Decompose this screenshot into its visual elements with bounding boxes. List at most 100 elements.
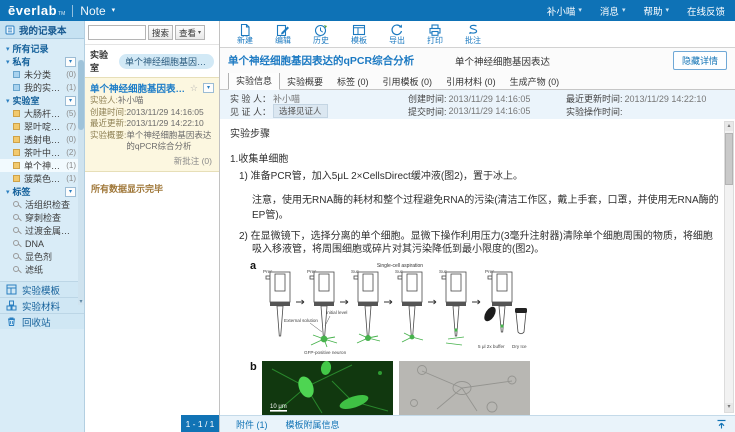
witness-label: 见 证 人： [230,105,271,118]
search-input[interactable] [88,25,146,40]
sidebar-item-lab-3[interactable]: 透射电镜小... (0) [0,133,84,146]
pagination[interactable]: 1 - 1 / 1 [181,415,219,432]
notebook-header[interactable]: 我的记录本 [0,21,84,39]
view-button[interactable]: 查看 [175,25,205,40]
created-value: 2013/11/29 14:16:05 [126,107,203,119]
item-label: 茶叶中咖啡... [24,146,66,159]
hide-details-button[interactable]: 隐藏详情 [673,51,727,70]
updated-value: 2013/11/29 14:22:10 [625,94,707,104]
sidebar-item-materials[interactable]: 实验材料 [0,297,84,313]
sidebar-item-lab-5-selected[interactable]: 单个神经细... (1) [0,159,84,172]
everlab-logo[interactable]: ēverlab TM Note [8,3,115,18]
sidebar-section-tags[interactable]: 标签 [0,185,84,198]
select-witness-button[interactable]: 选择见证人 [273,104,328,118]
sidebar-item-lab-2[interactable]: 翠叶啶合成... (7) [0,120,84,133]
notebook-icon [5,25,15,35]
collapse-panel-icon[interactable] [716,419,727,432]
search-bar: 搜索 查看 [85,21,219,45]
tab-cited-templates[interactable]: 引用模板 (0) [376,73,440,90]
experiment-card[interactable]: 单个神经细胞基因表达... 实验人: 补小喵 创建时间: 2013/11/29 … [85,77,219,172]
template-button[interactable]: 模板 [340,21,378,47]
history-button[interactable]: 历史 [302,21,340,47]
triangle-down-icon [6,97,10,105]
gfp-neuron-label: GFP-positive neuron [304,350,347,355]
scroll-up-icon[interactable] [725,122,733,131]
figure-panel-b: b 10 μm [250,361,719,415]
tab-tags[interactable]: 标签 (0) [330,73,376,90]
summary-label: 实验概要: [90,130,126,152]
hand-shape [482,305,498,323]
tab-cited-materials[interactable]: 引用材料 (0) [439,73,503,90]
search-button[interactable]: 搜索 [148,25,173,40]
info-created: 创建时间: 2013/11/29 14:16:05 [408,92,566,105]
tag-label: 活组织检查 [25,198,70,211]
messages-label: 消息 [600,4,619,18]
print-label: 打印 [427,37,443,45]
view-button-label: 查看 [179,27,196,39]
messages-menu[interactable]: 消息 [600,4,626,18]
feedback-link[interactable]: 在线反馈 [687,4,725,18]
print-button[interactable]: 打印 [416,21,454,47]
edit-button[interactable]: 编辑 [264,21,302,47]
card-title-row: 单个神经细胞基因表达... [90,81,214,95]
export-button[interactable]: 导出 [378,21,416,47]
top-header-bar: ēverlab TM Note 补小喵 消息 帮助 在线反馈 [0,0,735,21]
breadcrumb-notebook-pill[interactable]: 单个神经细胞基因表达 [119,54,214,69]
template-window-icon [352,23,366,37]
help-menu[interactable]: 帮助 [643,4,669,18]
user-menu[interactable]: 补小喵 [547,4,582,18]
sidebar-item-uncategorized[interactable]: 未分类 (0) [0,68,84,81]
tag-label: 过渡金属配... [25,224,76,237]
sidebar-section-lab[interactable]: 实验室 [0,94,84,107]
scrollbar-thumb[interactable] [725,133,733,185]
sidebar-tag-3[interactable]: 过渡金属配... [0,224,84,237]
sidebar-section-private[interactable]: 私有 [0,55,84,68]
sidebar-item-lab-1[interactable]: 大肠杆菌电... (5) [0,107,84,120]
sidebar-tag-2[interactable]: 穿刺检查 [0,211,84,224]
sidebar-item-recycle-bin[interactable]: 回收站 [0,313,84,329]
section-dropdown-button[interactable] [65,96,76,106]
everlab-note-app: ēverlab TM Note 补小喵 消息 帮助 在线反馈 [0,0,735,432]
sidebar-scrollbar[interactable] [78,60,84,305]
sidebar-item-lab-6[interactable]: 菠菜色素的... (1) [0,172,84,185]
tab-experiment-summary[interactable]: 实验概要 [280,73,330,90]
chevron-down-icon [69,59,72,65]
updated-value: 2013/11/29 14:22:10 [126,118,203,130]
star-icon[interactable] [190,83,198,94]
step-2-text: 2) 在显微镜下，选择分离的单个细胞。显微下操作利用压力(3毫升注射器)清除单个… [230,230,719,256]
card-title[interactable]: 单个神经细胞基因表达... [90,81,187,95]
sidebar-tag-6[interactable]: 滤纸 [0,263,84,276]
card-annotations-link[interactable]: 新批注 (0) [90,152,214,169]
template-info-link[interactable]: 模板附属信息 [286,418,340,431]
attachments-link[interactable]: 附件 (1) [236,418,268,431]
annotate-button[interactable]: 批注 [454,21,492,47]
section-dropdown-button[interactable] [65,187,76,197]
tab-experiment-info[interactable]: 实验信息 [228,71,280,90]
sidebar-item-all-records[interactable]: 所有记录 [0,42,84,55]
item-count: (2) [66,148,76,157]
tab-products[interactable]: 生成产物 (0) [503,73,567,90]
sidebar-item-lab-4[interactable]: 茶叶中咖啡... (2) [0,146,84,159]
sidebar-tag-5[interactable]: 显色剂 [0,250,84,263]
experiment-info-panel: 实 验 人： 补小喵 创建时间: 2013/11/29 14:16:05 最近更… [220,90,735,119]
scroll-down-icon[interactable] [725,403,733,412]
item-count: (0) [66,70,76,79]
scroll-down-icon[interactable] [77,298,85,306]
steps-section-title: 实验步骤 [230,125,719,140]
scale-bar-label: 10 μm [270,404,287,410]
sidebar-tag-4[interactable]: DNA [0,237,84,250]
sidebar-tag-1[interactable]: 活组织检查 [0,198,84,211]
scrollbar-thumb[interactable] [78,60,84,130]
sidebar-item-my-experiments[interactable]: 我的实验记... (1) [0,81,84,94]
sidebar-item-templates[interactable]: 实验模板 [0,281,84,297]
section-dropdown-button[interactable] [65,57,76,67]
product-name: Note [80,4,105,18]
content-scrollbar[interactable] [724,121,734,413]
item-label: 大肠杆菌电... [24,107,66,120]
card-dropdown-button[interactable] [203,83,214,93]
chevron-down-icon[interactable] [112,7,116,14]
recycle-label: 回收站 [22,315,51,329]
new-button[interactable]: 新建 [226,21,264,47]
printer-icon [428,23,442,37]
tag-label: 滤纸 [25,263,43,276]
